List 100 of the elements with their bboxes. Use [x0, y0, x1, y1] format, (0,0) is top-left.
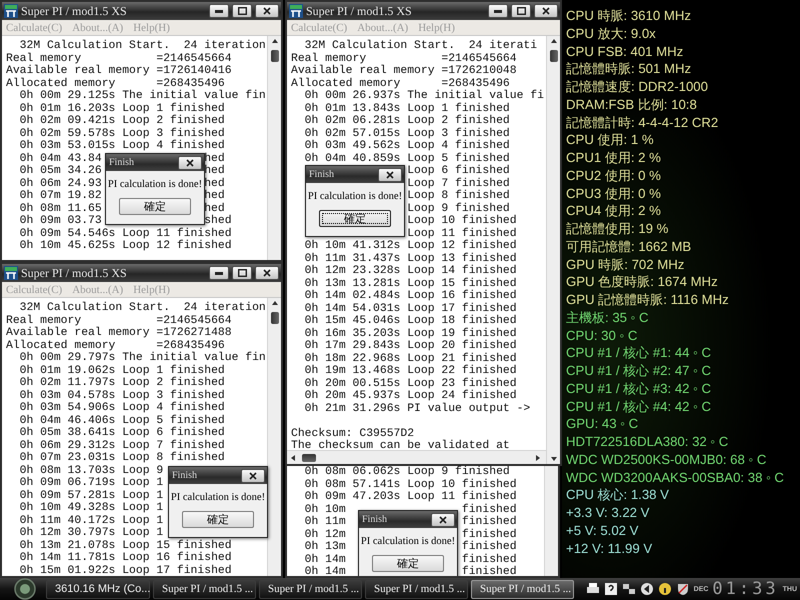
taskbar-button[interactable]: Super PI / mod1.5 ...: [365, 580, 468, 598]
shield-icon[interactable]: [676, 582, 690, 596]
close-icon: [439, 516, 447, 524]
output-line-tail: finished: [462, 528, 517, 540]
output-line: 0h 04m 40.859s Loop 5 finished: [304, 152, 510, 164]
output-line: 0h 07m 19.82: [18, 190, 102, 202]
output-line: 0h 08m 06.062s Loop 9 finished: [304, 466, 510, 478]
output-line: 0h 05m 38.641s Loop 6 finished: [18, 427, 225, 439]
taskbar-button[interactable]: 3610.16 MHz (Co...: [46, 580, 150, 598]
output-line: Real memory =2146545664: [291, 52, 517, 64]
monitor-reading: 主機板: 35 ◦ C: [566, 308, 650, 326]
vertical-scrollbar[interactable]: [546, 36, 560, 464]
maximize-button[interactable]: [232, 266, 252, 280]
help-icon[interactable]: [604, 582, 618, 596]
close-button[interactable]: [255, 4, 279, 18]
output-line-tail: hed: [204, 202, 225, 214]
output-line-tail: Loop 10 finished: [407, 215, 517, 228]
output-line: 32M Calculation Start. 24 iteration: [18, 302, 266, 314]
taskbar-button[interactable]: Super PI / mod1.5 ...: [259, 580, 362, 598]
vertical-scrollbar[interactable]: [267, 36, 281, 260]
output-line: 0h 00m 29.125s The initial value fin: [18, 90, 266, 102]
output-line: 0h 03m 49.562s Loop 4 finished: [304, 140, 510, 152]
output-line: 0h 01m 16.203s Loop 1 finished: [18, 102, 225, 114]
scroll-thumb[interactable]: [270, 50, 278, 62]
output-line: 0h 11m 31.437s Loop 13 finished: [304, 252, 517, 264]
output-line: 0h 13m 13.281s Loop 15 finished: [304, 278, 517, 290]
clock-time[interactable]: 01:33: [712, 579, 779, 599]
output-line: 0h 06m 24.93: [18, 178, 102, 190]
output-line-tail: finished: [462, 541, 517, 554]
maximize-button[interactable]: [232, 4, 252, 18]
scroll-thumb[interactable]: [270, 312, 278, 324]
taskbar-button[interactable]: Super PI / mod1.5 ...: [153, 580, 256, 598]
output-line: 0h 00m 29.797s The initial value fin: [18, 352, 266, 364]
scroll-left-icon[interactable]: [290, 454, 298, 462]
scroll-up-icon[interactable]: [550, 38, 558, 46]
close-icon: [186, 158, 194, 166]
output-line: 0h 05m 34.26: [18, 165, 102, 177]
network-icon[interactable]: [622, 582, 636, 596]
output-line: 0h 10m 49.328s Loop 1: [18, 502, 164, 514]
minimize-button[interactable]: [488, 4, 508, 18]
output-line: Available real memory =1726140416: [6, 65, 232, 77]
output-line-tail: Loop 6 finished: [407, 165, 510, 178]
scroll-up-icon[interactable]: [270, 38, 278, 46]
output-line: 0h 00m 26.937s The initial value fi: [304, 90, 544, 102]
output-line: 0h 10m: [304, 504, 346, 516]
output-line: 0h 20m 45.937s Loop 24 finished: [304, 390, 517, 402]
output-line: 0h 14m 54.031s Loop 17 finished: [304, 302, 517, 314]
close-button[interactable]: [431, 512, 455, 526]
output-line: 0h 03m 54.906s Loop 4 finished: [18, 402, 225, 414]
vertical-scrollbar[interactable]: [267, 298, 281, 576]
scroll-thumb[interactable]: [550, 50, 558, 62]
minimize-button[interactable]: [209, 266, 229, 280]
ok-button[interactable]: 確定: [119, 198, 191, 215]
monitor-reading: CPU #1 / 核心 #3: 42 ◦ C: [566, 380, 712, 398]
output-line: 0h 10m 45.625s Loop 12 finished: [18, 240, 232, 252]
close-button[interactable]: [241, 468, 265, 482]
monitor-reading: GPU 記憶體時脈: 1116 MHz: [566, 291, 730, 309]
monitor-reading: WDC WD3200AAKS-00SBA0: 38 ◦ C: [566, 468, 785, 486]
minimize-icon: [215, 272, 223, 274]
output-line-tail: hed: [204, 190, 225, 202]
output-line: 0h 02m 57.015s Loop 3 finished: [304, 128, 510, 140]
window-title: Super PI / mod1.5 XS: [21, 266, 128, 280]
info-icon[interactable]: [658, 582, 672, 596]
output-line-tail: Loop 9 finished: [407, 202, 510, 214]
close-button[interactable]: [255, 266, 279, 280]
minimize-icon: [494, 10, 502, 12]
monitor-reading: CPU #1 / 核心 #2: 47 ◦ C: [566, 362, 712, 380]
taskbar-button[interactable]: Super PI / mod1.5 ...: [471, 580, 574, 598]
dialog-title: Finish: [172, 470, 198, 481]
horizontal-scrollbar[interactable]: [287, 450, 546, 464]
output-line-tail: Loop 7 finished: [407, 178, 510, 190]
output-line: 0h 14m 02.484s Loop 16 finished: [304, 290, 517, 302]
maximize-button[interactable]: [511, 4, 531, 18]
monitor-reading: CPU4 使用: 2 %: [566, 202, 662, 220]
close-button[interactable]: [178, 156, 202, 170]
output-line: Allocated memory =268435496: [291, 78, 510, 90]
printer-icon[interactable]: [586, 582, 600, 596]
output-line-tail: finished: [462, 504, 517, 516]
monitor-reading: GPU 時脈: 702 MHz: [566, 256, 686, 274]
ok-button[interactable]: 確定: [372, 555, 444, 572]
scroll-thumb[interactable]: [302, 454, 316, 462]
output-line: 0h 09m 06.719s Loop 1: [18, 477, 164, 489]
ok-button[interactable]: 確定: [182, 511, 254, 528]
vertical-scrollbar[interactable]: [544, 466, 558, 576]
close-button[interactable]: [378, 168, 402, 182]
output-line-tail: hed: [204, 178, 225, 190]
output-line: 32M Calculation Start. 24 iterati: [304, 40, 538, 52]
close-button[interactable]: [534, 4, 558, 18]
output-line: 0h 08m 57.141s Loop 10 finished: [304, 478, 517, 490]
output-line: 0h 08m 13.703s Loop 9: [18, 464, 164, 476]
minimize-button[interactable]: [209, 4, 229, 18]
output-line: 0h 02m 59.578s Loop 3 finished: [18, 128, 225, 140]
output-line: 0h 20m 00.515s Loop 23 finished: [304, 378, 517, 390]
app-icon: [4, 4, 18, 18]
output-line: Available real memory =1726210048: [291, 65, 517, 77]
output-line: 0h 15m 45.046s Loop 18 finished: [304, 315, 517, 327]
scroll-up-icon[interactable]: [270, 300, 278, 308]
output-line: 0h 01m 19.062s Loop 1 finished: [18, 364, 225, 376]
output-line-tail: hed: [204, 165, 225, 178]
output-line: 0h 04m 46.406s Loop 5 finished: [18, 414, 225, 426]
